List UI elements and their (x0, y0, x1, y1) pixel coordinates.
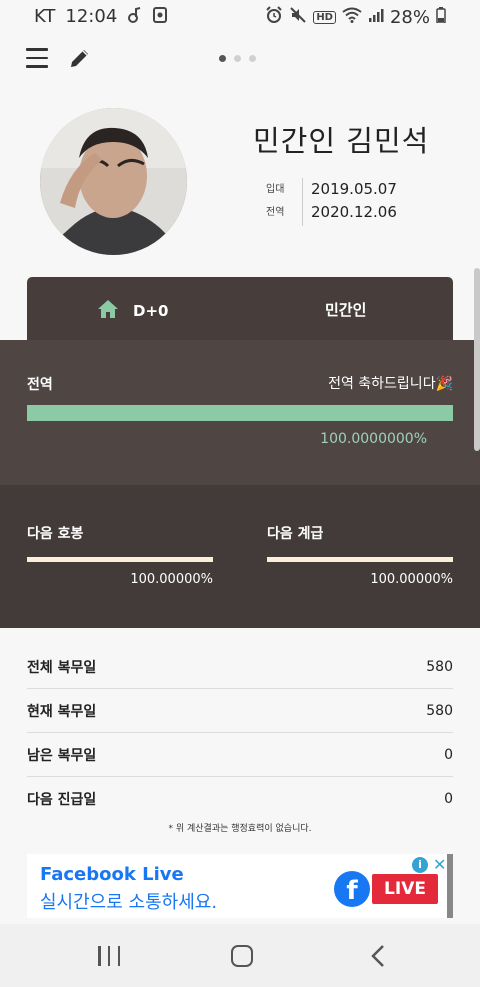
ad-scroll-edge (447, 854, 453, 918)
top-bar (0, 36, 480, 84)
home-button-icon[interactable] (231, 945, 253, 967)
enlist-date: 2019.05.07 (311, 180, 397, 198)
recent-apps-icon[interactable] (98, 946, 120, 966)
hd-icon: HD (313, 10, 336, 24)
page-dot (234, 55, 241, 62)
next-pay-block: 다음 호봉 100.00000% (27, 523, 213, 587)
stat-value: 0 (444, 746, 453, 763)
mute-icon (289, 6, 307, 28)
ad-close-icon[interactable]: ✕ (433, 855, 446, 874)
dday-tab[interactable]: D+0 (97, 299, 168, 323)
stats-list: 전체 복무일 580 현재 복무일 580 남은 복무일 0 다음 진급일 0 (27, 645, 453, 821)
next-pay-percent: 100.00000% (130, 572, 213, 587)
next-rank-label: 다음 계급 (267, 526, 324, 542)
stat-row: 남은 복무일 0 (27, 733, 453, 777)
service-progress-bar (27, 405, 453, 421)
service-progress-label: 전역 (27, 377, 53, 393)
status-tab-card: D+0 민간인 (27, 277, 453, 341)
scrollbar[interactable] (474, 268, 480, 451)
battery-icon (436, 7, 446, 27)
stat-label: 현재 복무일 (27, 703, 97, 720)
stat-row: 현재 복무일 580 (27, 689, 453, 733)
stat-label: 남은 복무일 (27, 747, 97, 764)
ad-banner[interactable]: Facebook Live 실시간으로 소통하세요. f LIVE i ✕ (27, 854, 453, 918)
service-dates: 입대 전역 2019.05.07 2020.12.06 (266, 178, 397, 226)
stat-label: 다음 진급일 (27, 792, 97, 808)
carrier-label: KT (34, 6, 56, 27)
next-pay-bar (27, 557, 213, 562)
dday-label: D+0 (133, 302, 169, 320)
battery-percent: 28% (389, 6, 430, 28)
profile-name: 민간인 김민석 (253, 124, 430, 158)
edit-pencil-icon[interactable] (68, 46, 94, 72)
page-dot (219, 55, 226, 62)
enlist-label: 입대 (266, 184, 285, 195)
next-rank-bar (267, 557, 453, 562)
next-pay-fill (27, 557, 213, 562)
next-rank-percent: 100.00000% (370, 572, 453, 587)
stat-row: 전체 복무일 580 (27, 645, 453, 689)
next-rank-block: 다음 계급 100.00000% (267, 523, 453, 587)
time-label: 12:04 (65, 6, 118, 27)
discharge-label: 전역 (266, 207, 285, 218)
live-badge: LIVE (372, 874, 438, 904)
date-divider (302, 178, 303, 226)
alarm-icon (265, 6, 283, 28)
stat-value: 0 (444, 791, 453, 807)
stat-row: 다음 진급일 0 (27, 777, 453, 821)
service-progress-section: 전역 전역 축하드립니다🎉 100.0000000% (0, 340, 480, 485)
page-indicator (219, 55, 256, 62)
back-icon[interactable] (370, 944, 386, 968)
ad-title[interactable]: Facebook Live (40, 864, 184, 885)
ad-info-icon[interactable]: i (412, 857, 428, 873)
signal-icon (368, 7, 384, 27)
page-dot (249, 55, 256, 62)
next-pay-label: 다음 호봉 (27, 526, 84, 542)
next-rank-fill (267, 557, 453, 562)
stat-label: 전체 복무일 (27, 659, 97, 676)
service-progress-percent: 100.0000000% (320, 431, 427, 447)
home-icon (97, 299, 119, 323)
next-progress-section: 다음 호봉 100.00000% 다음 계급 100.00000% (0, 485, 480, 628)
system-nav-bar (0, 924, 480, 987)
disclaimer-text: * 위 계산결과는 행정효력이 없습니다. (168, 824, 312, 834)
discharge-date: 2020.12.06 (311, 203, 397, 221)
app-notification-icon (153, 6, 168, 27)
stat-value: 580 (426, 658, 453, 675)
stat-value: 580 (426, 702, 453, 719)
menu-icon[interactable] (26, 48, 48, 68)
service-progress-fill (27, 405, 453, 421)
facebook-logo-icon: f (334, 871, 370, 907)
congrats-message: 전역 축하드립니다🎉 (328, 376, 453, 392)
music-icon (127, 6, 143, 27)
ad-subtitle[interactable]: 실시간으로 소통하세요. (40, 888, 217, 914)
status-bar: KT 12:04 HD 28% (0, 0, 480, 34)
status-tab[interactable]: 민간인 (325, 299, 366, 320)
profile-avatar[interactable] (40, 108, 187, 255)
wifi-icon (342, 7, 362, 27)
